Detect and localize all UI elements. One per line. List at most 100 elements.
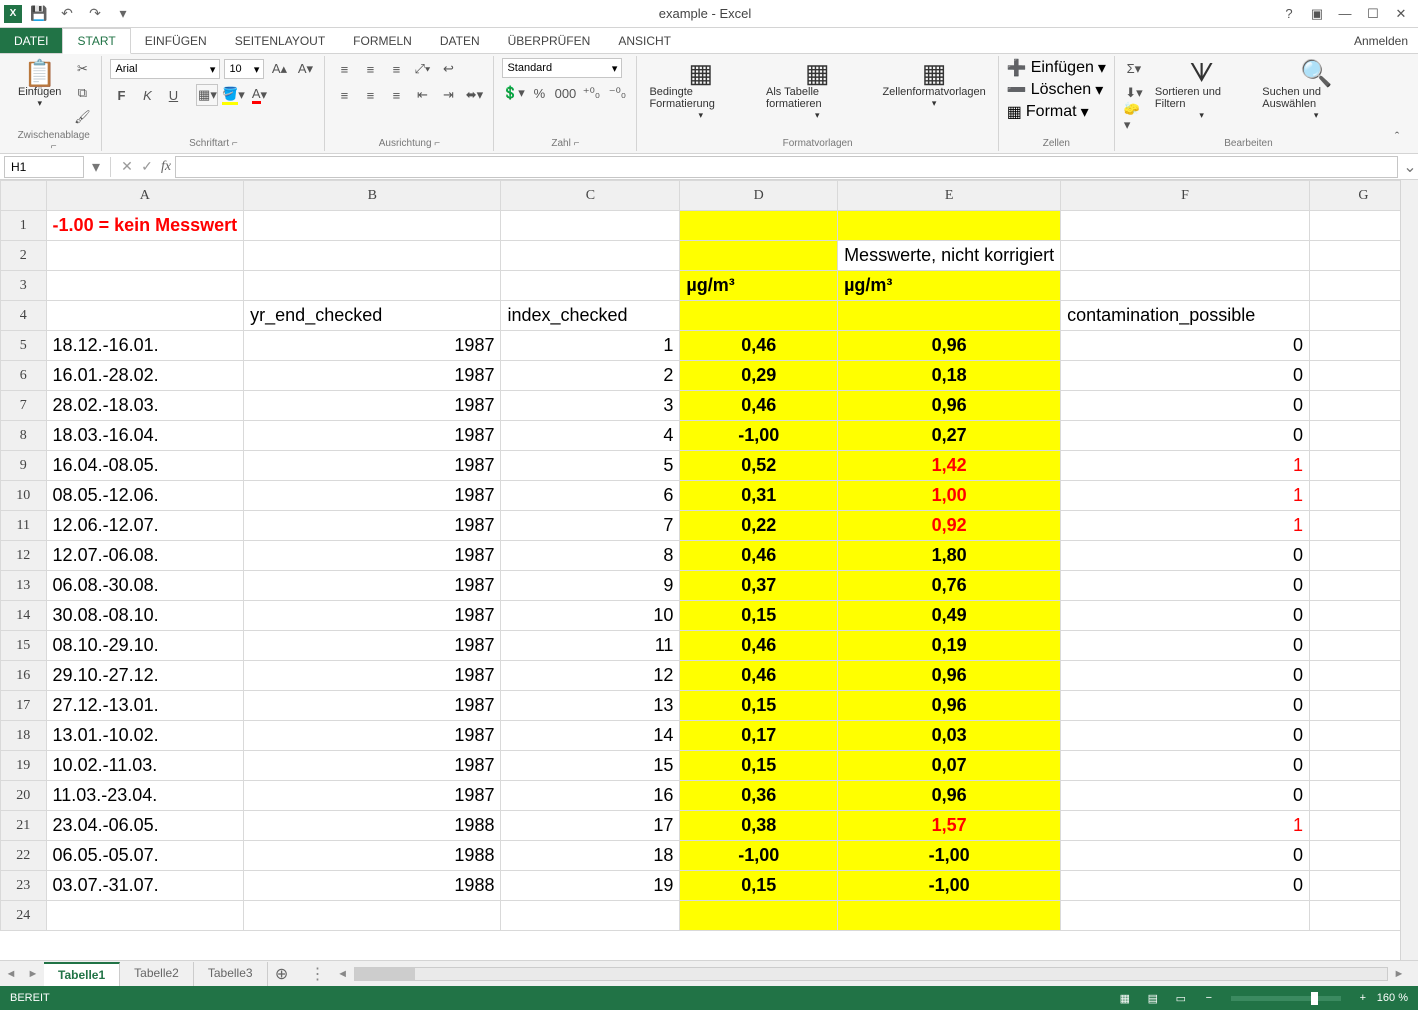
cell-a24[interactable] — [46, 901, 244, 931]
row-header-22[interactable]: 22 — [1, 841, 47, 871]
cell-a6[interactable]: 16.01.-28.02. — [46, 361, 244, 391]
cell-a13[interactable]: 06.08.-30.08. — [46, 571, 244, 601]
format-as-table-button[interactable]: ▦Als Tabelle formatieren▾ — [762, 58, 872, 123]
cell-c15[interactable]: 11 — [501, 631, 680, 661]
cell-d19[interactable]: 0,15 — [680, 751, 838, 781]
align-center-button[interactable]: ≡ — [359, 84, 381, 106]
fx-icon[interactable]: fx — [157, 159, 175, 175]
cell-d4[interactable] — [680, 301, 838, 331]
wrap-text-button[interactable]: ↩ — [437, 58, 459, 80]
cell-c11[interactable]: 7 — [501, 511, 680, 541]
number-format-select[interactable]: Standard▾ — [502, 58, 622, 78]
cell-d21[interactable]: 0,38 — [680, 811, 838, 841]
copy-button[interactable]: ⧉ — [71, 82, 93, 104]
cell-d9[interactable]: 0,52 — [680, 451, 838, 481]
cell-e24[interactable] — [838, 901, 1061, 931]
cell-d24[interactable] — [680, 901, 838, 931]
ribbon-options-icon[interactable]: ▣ — [1304, 3, 1330, 25]
cell-f19[interactable]: 0 — [1061, 751, 1310, 781]
align-right-button[interactable]: ≡ — [385, 84, 407, 106]
cell-a11[interactable]: 12.06.-12.07. — [46, 511, 244, 541]
cell-e15[interactable]: 0,19 — [838, 631, 1061, 661]
view-page-break-button[interactable]: ▭ — [1168, 989, 1194, 1007]
row-header-19[interactable]: 19 — [1, 751, 47, 781]
cell-d8[interactable]: -1,00 — [680, 421, 838, 451]
cell-d17[interactable]: 0,15 — [680, 691, 838, 721]
row-header-1[interactable]: 1 — [1, 211, 47, 241]
cell-e20[interactable]: 0,96 — [838, 781, 1061, 811]
inc-decimal-button[interactable]: ⁺⁰₀ — [580, 82, 602, 104]
cell-a1[interactable]: -1.00 = kein Messwert — [46, 211, 244, 241]
cell-b12[interactable]: 1987 — [244, 541, 501, 571]
cell-d15[interactable]: 0,46 — [680, 631, 838, 661]
cell-c17[interactable]: 13 — [501, 691, 680, 721]
cell-e14[interactable]: 0,49 — [838, 601, 1061, 631]
row-header-16[interactable]: 16 — [1, 661, 47, 691]
cell-b14[interactable]: 1987 — [244, 601, 501, 631]
cell-e5[interactable]: 0,96 — [838, 331, 1061, 361]
row-header-23[interactable]: 23 — [1, 871, 47, 901]
cell-d20[interactable]: 0,36 — [680, 781, 838, 811]
cell-e23[interactable]: -1,00 — [838, 871, 1061, 901]
font-color-button[interactable]: A▾ — [248, 84, 270, 106]
qat-undo[interactable]: ↶ — [56, 3, 78, 25]
row-header-9[interactable]: 9 — [1, 451, 47, 481]
formula-input[interactable] — [175, 156, 1398, 178]
row-header-7[interactable]: 7 — [1, 391, 47, 421]
clear-button[interactable]: 🧽▾ — [1123, 106, 1145, 128]
cell-e10[interactable]: 1,00 — [838, 481, 1061, 511]
zoom-level[interactable]: 160 % — [1377, 992, 1408, 1004]
cell-a16[interactable]: 29.10.-27.12. — [46, 661, 244, 691]
select-all-corner[interactable] — [1, 181, 47, 211]
orientation-button[interactable]: ⤢▾ — [411, 58, 433, 80]
cell-a7[interactable]: 28.02.-18.03. — [46, 391, 244, 421]
cell-b19[interactable]: 1987 — [244, 751, 501, 781]
cell-f23[interactable]: 0 — [1061, 871, 1310, 901]
cell-b2[interactable] — [244, 241, 501, 271]
row-header-18[interactable]: 18 — [1, 721, 47, 751]
cell-b13[interactable]: 1987 — [244, 571, 501, 601]
delete-cells-button[interactable]: ➖ Löschen ▾ — [1007, 80, 1103, 100]
cell-b1[interactable] — [244, 211, 501, 241]
cell-a14[interactable]: 30.08.-08.10. — [46, 601, 244, 631]
cell-b3[interactable] — [244, 271, 501, 301]
cell-a2[interactable] — [46, 241, 244, 271]
align-bottom-button[interactable]: ≡ — [385, 58, 407, 80]
cell-d13[interactable]: 0,37 — [680, 571, 838, 601]
cell-e12[interactable]: 1,80 — [838, 541, 1061, 571]
cell-a12[interactable]: 12.07.-06.08. — [46, 541, 244, 571]
align-middle-button[interactable]: ≡ — [359, 58, 381, 80]
find-select-button[interactable]: 🔍Suchen und Auswählen▾ — [1258, 58, 1374, 123]
cell-f8[interactable]: 0 — [1061, 421, 1310, 451]
row-header-15[interactable]: 15 — [1, 631, 47, 661]
underline-button[interactable]: U — [162, 84, 184, 106]
cell-c20[interactable]: 16 — [501, 781, 680, 811]
cell-d1[interactable] — [680, 211, 838, 241]
cell-f5[interactable]: 0 — [1061, 331, 1310, 361]
cell-c13[interactable]: 9 — [501, 571, 680, 601]
qat-customize[interactable]: ▾ — [112, 3, 134, 25]
paste-button[interactable]: 📋 Einfügen ▾ — [14, 58, 65, 111]
cell-f16[interactable]: 0 — [1061, 661, 1310, 691]
cell-f21[interactable]: 1 — [1061, 811, 1310, 841]
row-header-2[interactable]: 2 — [1, 241, 47, 271]
cell-a4[interactable] — [46, 301, 244, 331]
sheet-tab-tabelle3[interactable]: Tabelle3 — [194, 962, 268, 986]
ribbon-tab-überprüfen[interactable]: ÜBERPRÜFEN — [494, 28, 605, 53]
cell-f11[interactable]: 1 — [1061, 511, 1310, 541]
cell-e4[interactable] — [838, 301, 1061, 331]
cell-b10[interactable]: 1987 — [244, 481, 501, 511]
cell-e1[interactable] — [838, 211, 1061, 241]
comma-button[interactable]: 000 — [554, 82, 576, 104]
font-size-select[interactable]: 10 ▾ — [224, 59, 264, 79]
cell-e9[interactable]: 1,42 — [838, 451, 1061, 481]
cell-b22[interactable]: 1988 — [244, 841, 501, 871]
cell-f15[interactable]: 0 — [1061, 631, 1310, 661]
cell-d2[interactable] — [680, 241, 838, 271]
dec-decimal-button[interactable]: ⁻⁰₀ — [606, 82, 628, 104]
cancel-formula-button[interactable]: ✕ — [117, 158, 137, 175]
row-header-11[interactable]: 11 — [1, 511, 47, 541]
ribbon-tab-einfügen[interactable]: EINFÜGEN — [131, 28, 221, 53]
row-header-17[interactable]: 17 — [1, 691, 47, 721]
cell-c22[interactable]: 18 — [501, 841, 680, 871]
